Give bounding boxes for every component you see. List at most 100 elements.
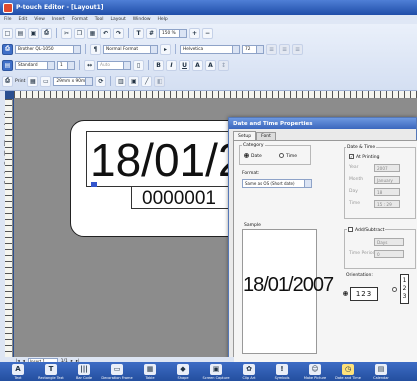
palette-decoration-frame[interactable]: ▭ Decoration Frame — [101, 363, 133, 380]
printer-combo[interactable]: Brother QL-1050 — [15, 44, 81, 54]
orientation-horizontal[interactable]: 123 — [350, 287, 378, 301]
align-right-icon[interactable]: ≡ — [292, 43, 303, 55]
dialog-title: Date and Time Properties — [229, 118, 416, 129]
palette-symbols[interactable]: ! Symbols — [267, 363, 297, 380]
line-icon[interactable]: ╱ — [141, 75, 153, 87]
radio-date[interactable] — [244, 153, 249, 158]
italic-icon[interactable]: I — [166, 59, 177, 71]
time-field[interactable]: 15 : 29 — [374, 200, 400, 208]
palette-table[interactable]: ▦ Table — [135, 363, 165, 380]
margin-icon[interactable]: ▯ — [133, 59, 144, 71]
paste-icon[interactable]: ▦ — [87, 27, 98, 39]
zoom-in-icon[interactable]: + — [189, 27, 200, 39]
palette-shape[interactable]: ◆ Shape — [168, 363, 198, 380]
palette-clip-art[interactable]: ✿ Clip Art — [234, 363, 264, 380]
palette-make-picture[interactable]: ☺ Make Picture — [300, 363, 330, 380]
orientation-vertical-radio[interactable] — [392, 287, 397, 292]
toolbar-area: □ ▤ ▣ ⎙ ✂ ❐ ▦ ↶ ↷ T # 150 % + − ⎙ Brothe… — [0, 24, 417, 91]
grid-icon[interactable]: # — [146, 27, 157, 39]
font-size-combo[interactable]: 72 — [242, 44, 264, 54]
copy-icon[interactable]: ❐ — [74, 27, 85, 39]
fill-icon[interactable]: ◧ — [154, 75, 166, 87]
add-unit-field[interactable]: Days — [374, 238, 404, 246]
sample-text: 18/01/2007 — [243, 274, 334, 296]
palette-bar-code[interactable]: ||| Bar Code — [69, 363, 99, 380]
menu-tool[interactable]: Tool — [95, 17, 104, 22]
palette-screen-capture[interactable]: ▣ Screen Capture — [201, 363, 231, 380]
font-combo[interactable]: Helvetica — [180, 44, 240, 54]
orientation-vertical[interactable]: 1 2 3 — [400, 274, 409, 304]
year-label: Year — [349, 165, 359, 170]
add-subtract-checkbox[interactable] — [348, 227, 353, 232]
toolbar-row-4: ⎙ Print ▦ ▭ 29mm x 90mm ⟳ ▥ ▣ ╱ ◧ — [2, 74, 166, 88]
selection-handle[interactable] — [91, 182, 97, 187]
tab-font[interactable]: Font — [256, 132, 276, 140]
time-label: Time — [349, 201, 361, 206]
bold-icon[interactable]: B — [153, 59, 164, 71]
menu-file[interactable]: File — [4, 17, 12, 22]
vertical-text-icon[interactable]: ↕ — [218, 59, 229, 71]
copies-combo[interactable]: 1 — [57, 60, 75, 70]
open-icon[interactable]: ▤ — [15, 27, 26, 39]
style-apply-icon[interactable]: ▸ — [160, 43, 171, 55]
format-combo[interactable]: Same as OS (Short date) — [242, 179, 312, 188]
clock-icon: ◷ — [342, 363, 354, 375]
menu-view[interactable]: View — [34, 17, 45, 22]
rotate-icon[interactable]: ⟳ — [95, 75, 107, 87]
underline-icon[interactable]: U — [179, 59, 190, 71]
add-subtract-option[interactable]: Add/Subtract — [347, 227, 386, 233]
palette-text[interactable]: A Text — [3, 363, 33, 380]
undo-icon[interactable]: ↶ — [100, 27, 111, 39]
shadow-icon[interactable]: A — [205, 59, 216, 71]
month-field[interactable]: January — [374, 176, 400, 184]
length-combo[interactable]: Auto — [97, 60, 131, 70]
align-left-icon[interactable]: ≡ — [266, 43, 277, 55]
palette-date-and-time[interactable]: ◷ Date and Time — [333, 363, 363, 380]
at-printing-option[interactable]: ✓ At Printing — [349, 154, 380, 160]
category-date-option[interactable]: Date — [244, 153, 262, 159]
group-icon[interactable]: ▣ — [128, 75, 140, 87]
at-printing-checkbox[interactable]: ✓ — [349, 154, 354, 159]
print-button-icon[interactable]: ⎙ — [2, 75, 13, 87]
capture-icon: ▣ — [210, 363, 222, 375]
redo-icon[interactable]: ↷ — [113, 27, 124, 39]
barcode-icon: ||| — [78, 363, 90, 375]
menu-help[interactable]: Help — [158, 17, 168, 22]
text-tool-icon[interactable]: T — [133, 27, 144, 39]
year-field[interactable]: 2007 — [374, 164, 400, 172]
menu-format[interactable]: Format — [72, 17, 88, 22]
rect-text-icon: T — [45, 363, 57, 375]
day-field[interactable]: 18 — [374, 188, 400, 196]
menu-insert[interactable]: Insert — [52, 17, 65, 22]
radio-time-label: Time — [286, 154, 298, 159]
new-icon[interactable]: □ — [2, 27, 13, 39]
menu-edit[interactable]: Edit — [19, 17, 28, 22]
cut-icon[interactable]: ✂ — [61, 27, 72, 39]
palette-rectangle-text[interactable]: T Rectangle Text — [36, 363, 66, 380]
clipart-icon: ✿ — [243, 363, 255, 375]
zoom-out-icon[interactable]: − — [202, 27, 213, 39]
media-combo[interactable]: 29mm x 90mm — [53, 76, 94, 86]
orient-v-digit: 2 — [402, 285, 407, 292]
print-icon[interactable]: ⎙ — [41, 27, 52, 39]
outline-icon[interactable]: A — [192, 59, 203, 71]
menu-window[interactable]: Window — [133, 17, 151, 22]
category-time-option[interactable]: Time — [279, 153, 297, 159]
align-center-icon[interactable]: ≡ — [279, 43, 290, 55]
preview-icon[interactable]: ▦ — [27, 75, 39, 87]
arrange-icon[interactable]: ▥ — [115, 75, 127, 87]
zoom-combo[interactable]: 150 % — [159, 28, 187, 38]
orientation-horizontal-radio[interactable] — [343, 291, 348, 296]
orient-v-digit: 3 — [402, 293, 407, 300]
menu-layout[interactable]: Layout — [110, 17, 125, 22]
print-label[interactable]: Print — [15, 79, 25, 84]
tape-mode-combo[interactable]: Standard — [15, 60, 55, 70]
save-icon[interactable]: ▣ — [28, 27, 39, 39]
style-combo[interactable]: Normal Format — [103, 44, 158, 54]
tab-setup[interactable]: Setup — [233, 131, 257, 140]
time-period-field[interactable]: 0 — [374, 250, 404, 258]
palette-label: Shape — [177, 375, 189, 380]
divider — [79, 60, 80, 70]
radio-time[interactable] — [279, 153, 284, 158]
palette-calendar[interactable]: ▤ Calendar — [366, 363, 396, 380]
